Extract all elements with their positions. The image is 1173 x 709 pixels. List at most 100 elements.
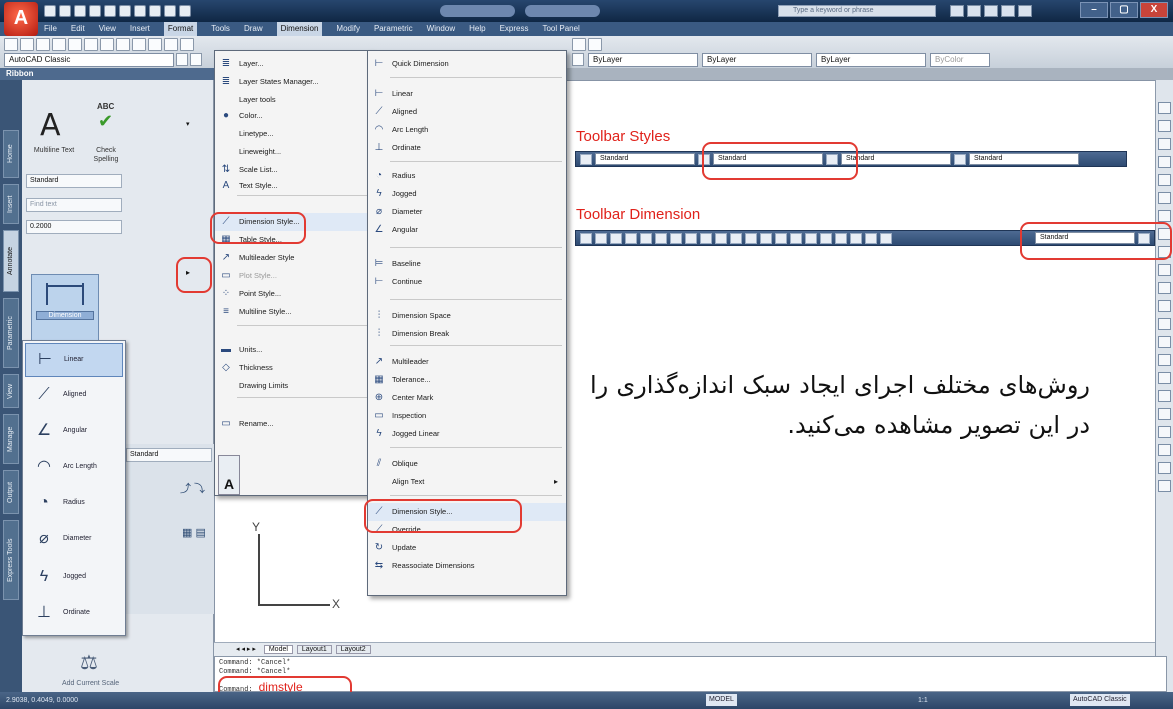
dimension-menu-item-16[interactable]: ▭ Inspection: [368, 407, 566, 425]
match-icon[interactable]: [164, 5, 176, 17]
tab-annotate[interactable]: Annotate: [3, 230, 19, 292]
dimension-menu-item-4[interactable]: ⊥ Ordinate: [368, 139, 566, 157]
dimension-menu-item-12[interactable]: ⫶ Dimension Break: [368, 325, 566, 343]
dt-break-icon[interactable]: [760, 232, 772, 244]
copy-icon[interactable]: [132, 38, 146, 51]
dimension-menu-item-1[interactable]: ⊢ Linear: [368, 85, 566, 103]
text-tool-icon[interactable]: A: [219, 476, 239, 492]
communication-icon[interactable]: [950, 5, 964, 17]
modify-tool-icon[interactable]: [1158, 426, 1171, 438]
dimension-list-item-1[interactable]: ⟋ Aligned: [25, 379, 123, 413]
dimension-menu-item-22[interactable]: ↻ Update: [368, 539, 566, 557]
menu-express[interactable]: Express: [500, 22, 529, 36]
tab-nav-arrows[interactable]: ◂ ◂ ▸ ▸: [236, 646, 256, 653]
modify-tool-icon[interactable]: [1158, 462, 1171, 474]
preview-icon[interactable]: [68, 38, 82, 51]
mleader-style-select[interactable]: Standard: [969, 153, 1079, 165]
saveas-icon[interactable]: [89, 5, 101, 17]
menu-draw[interactable]: Draw: [244, 22, 263, 36]
format-menu-item-10[interactable]: ↗ Multileader Style: [215, 249, 371, 267]
workspace-combo[interactable]: AutoCAD Classic: [4, 53, 174, 67]
add-current-scale-label[interactable]: Add Current Scale: [62, 680, 119, 687]
dropdown-icon[interactable]: [179, 5, 191, 17]
dimension-menu-item-17[interactable]: ϟ Jogged Linear: [368, 425, 566, 443]
annotation-scale[interactable]: 1:1: [918, 692, 928, 709]
dt-arc-icon[interactable]: [610, 232, 622, 244]
dt-angular-icon[interactable]: [685, 232, 697, 244]
modify-tool-icon[interactable]: [1158, 300, 1171, 312]
modify-tool-icon[interactable]: [1158, 174, 1171, 186]
menu-tools[interactable]: Tools: [211, 22, 230, 36]
modify-tool-icon[interactable]: [1158, 372, 1171, 384]
modify-tool-icon[interactable]: [1158, 444, 1171, 456]
modify-tool-icon[interactable]: [1158, 102, 1171, 114]
dimension-menu-item-3[interactable]: ◠ Arc Length: [368, 121, 566, 139]
modify-tool-icon[interactable]: [1158, 390, 1171, 402]
dimension-menu-item-15[interactable]: ⊕ Center Mark: [368, 389, 566, 407]
format-menu-item-3[interactable]: ● Color...: [215, 107, 371, 125]
format-menu-item-1[interactable]: ≣ Layer States Manager...: [215, 73, 371, 91]
qnew-icon[interactable]: [4, 38, 18, 51]
dt-diameter-icon[interactable]: [670, 232, 682, 244]
menu-window[interactable]: Window: [427, 22, 455, 36]
exchange-icon[interactable]: [1018, 5, 1032, 17]
modify-tool-icon[interactable]: [1158, 318, 1171, 330]
modify-tool-icon[interactable]: [1158, 480, 1171, 492]
format-menu-item-13[interactable]: ≡ Multiline Style...: [215, 303, 371, 321]
dt-update-icon[interactable]: [865, 232, 877, 244]
dimension-menu-item-18[interactable]: ⫽ Oblique: [368, 455, 566, 473]
text-panel-arrow-icon[interactable]: ▾: [186, 120, 190, 128]
dimension-list-item-2[interactable]: ∠ Angular: [25, 415, 123, 449]
subscription-icon[interactable]: [1001, 5, 1015, 17]
format-menu-item-11[interactable]: ▭ Plot Style...: [215, 267, 371, 285]
dimension-menu-item-8[interactable]: ∠ Angular: [368, 221, 566, 239]
workspace-switch[interactable]: AutoCAD Classic: [1070, 694, 1130, 706]
dt-textedit-icon[interactable]: [850, 232, 862, 244]
plotstyle-combo[interactable]: ByColor: [930, 53, 990, 67]
dt-quick-icon[interactable]: [700, 232, 712, 244]
dt-radius-icon[interactable]: [640, 232, 652, 244]
menu-format[interactable]: Format: [163, 22, 198, 36]
model-space-toggle[interactable]: MODEL: [706, 694, 737, 706]
format-menu-item-0[interactable]: ≣ Layer...: [215, 55, 371, 73]
tab-layout1[interactable]: Layout1: [296, 645, 332, 654]
match-prop-icon[interactable]: [164, 38, 178, 51]
dimension-button[interactable]: Dimension: [31, 274, 99, 346]
search-input[interactable]: Type a keyword or phrase: [778, 5, 936, 17]
help-icon[interactable]: [984, 5, 998, 17]
modify-tool-icon[interactable]: [1158, 120, 1171, 132]
favorites-icon[interactable]: [967, 5, 981, 17]
open-file-icon[interactable]: [20, 38, 34, 51]
workspace-save-icon[interactable]: [190, 53, 202, 66]
dimension-list-item-5[interactable]: ⌀ Diameter: [25, 523, 123, 557]
dimension-menu-item-9[interactable]: ⊨ Baseline: [368, 255, 566, 273]
tab-express-tools[interactable]: Express Tools: [3, 520, 19, 600]
dt-tolerance-icon[interactable]: [775, 232, 787, 244]
menu-help[interactable]: Help: [469, 22, 485, 36]
text-style-icon[interactable]: [580, 153, 592, 165]
format-menu-item-15[interactable]: ◇ Thickness: [215, 359, 371, 377]
menu-file[interactable]: File: [44, 22, 57, 36]
tab-model[interactable]: Model: [263, 645, 293, 654]
menu-insert[interactable]: Insert: [130, 22, 150, 36]
modify-tool-icon[interactable]: [1158, 192, 1171, 204]
dimension-menu-item-7[interactable]: ⌀ Diameter: [368, 203, 566, 221]
dt-inspect-icon[interactable]: [805, 232, 817, 244]
multiline-text-label[interactable]: Multiline Text: [32, 146, 76, 155]
new-icon[interactable]: [44, 5, 56, 17]
undo-icon[interactable]: [104, 5, 116, 17]
modify-tool-icon[interactable]: [1158, 408, 1171, 420]
dt-jogged-icon[interactable]: [655, 232, 667, 244]
tab-output[interactable]: Output: [3, 470, 19, 514]
dimension-menu-item-11[interactable]: ⫶ Dimension Space: [368, 307, 566, 325]
ribbon-header[interactable]: Ribbon: [0, 68, 214, 80]
modify-tool-icon[interactable]: [1158, 336, 1171, 348]
cut-icon[interactable]: [116, 38, 130, 51]
tab-manage[interactable]: Manage: [3, 414, 19, 464]
dimension-menu-item-2[interactable]: ⟋ Aligned: [368, 103, 566, 121]
tab-insert[interactable]: Insert: [3, 184, 19, 224]
save-file-icon[interactable]: [36, 38, 50, 51]
3d-dwf-icon[interactable]: [100, 38, 114, 51]
layer-prev-icon[interactable]: [572, 53, 584, 66]
format-menu-item-4[interactable]: Linetype...: [215, 125, 371, 143]
